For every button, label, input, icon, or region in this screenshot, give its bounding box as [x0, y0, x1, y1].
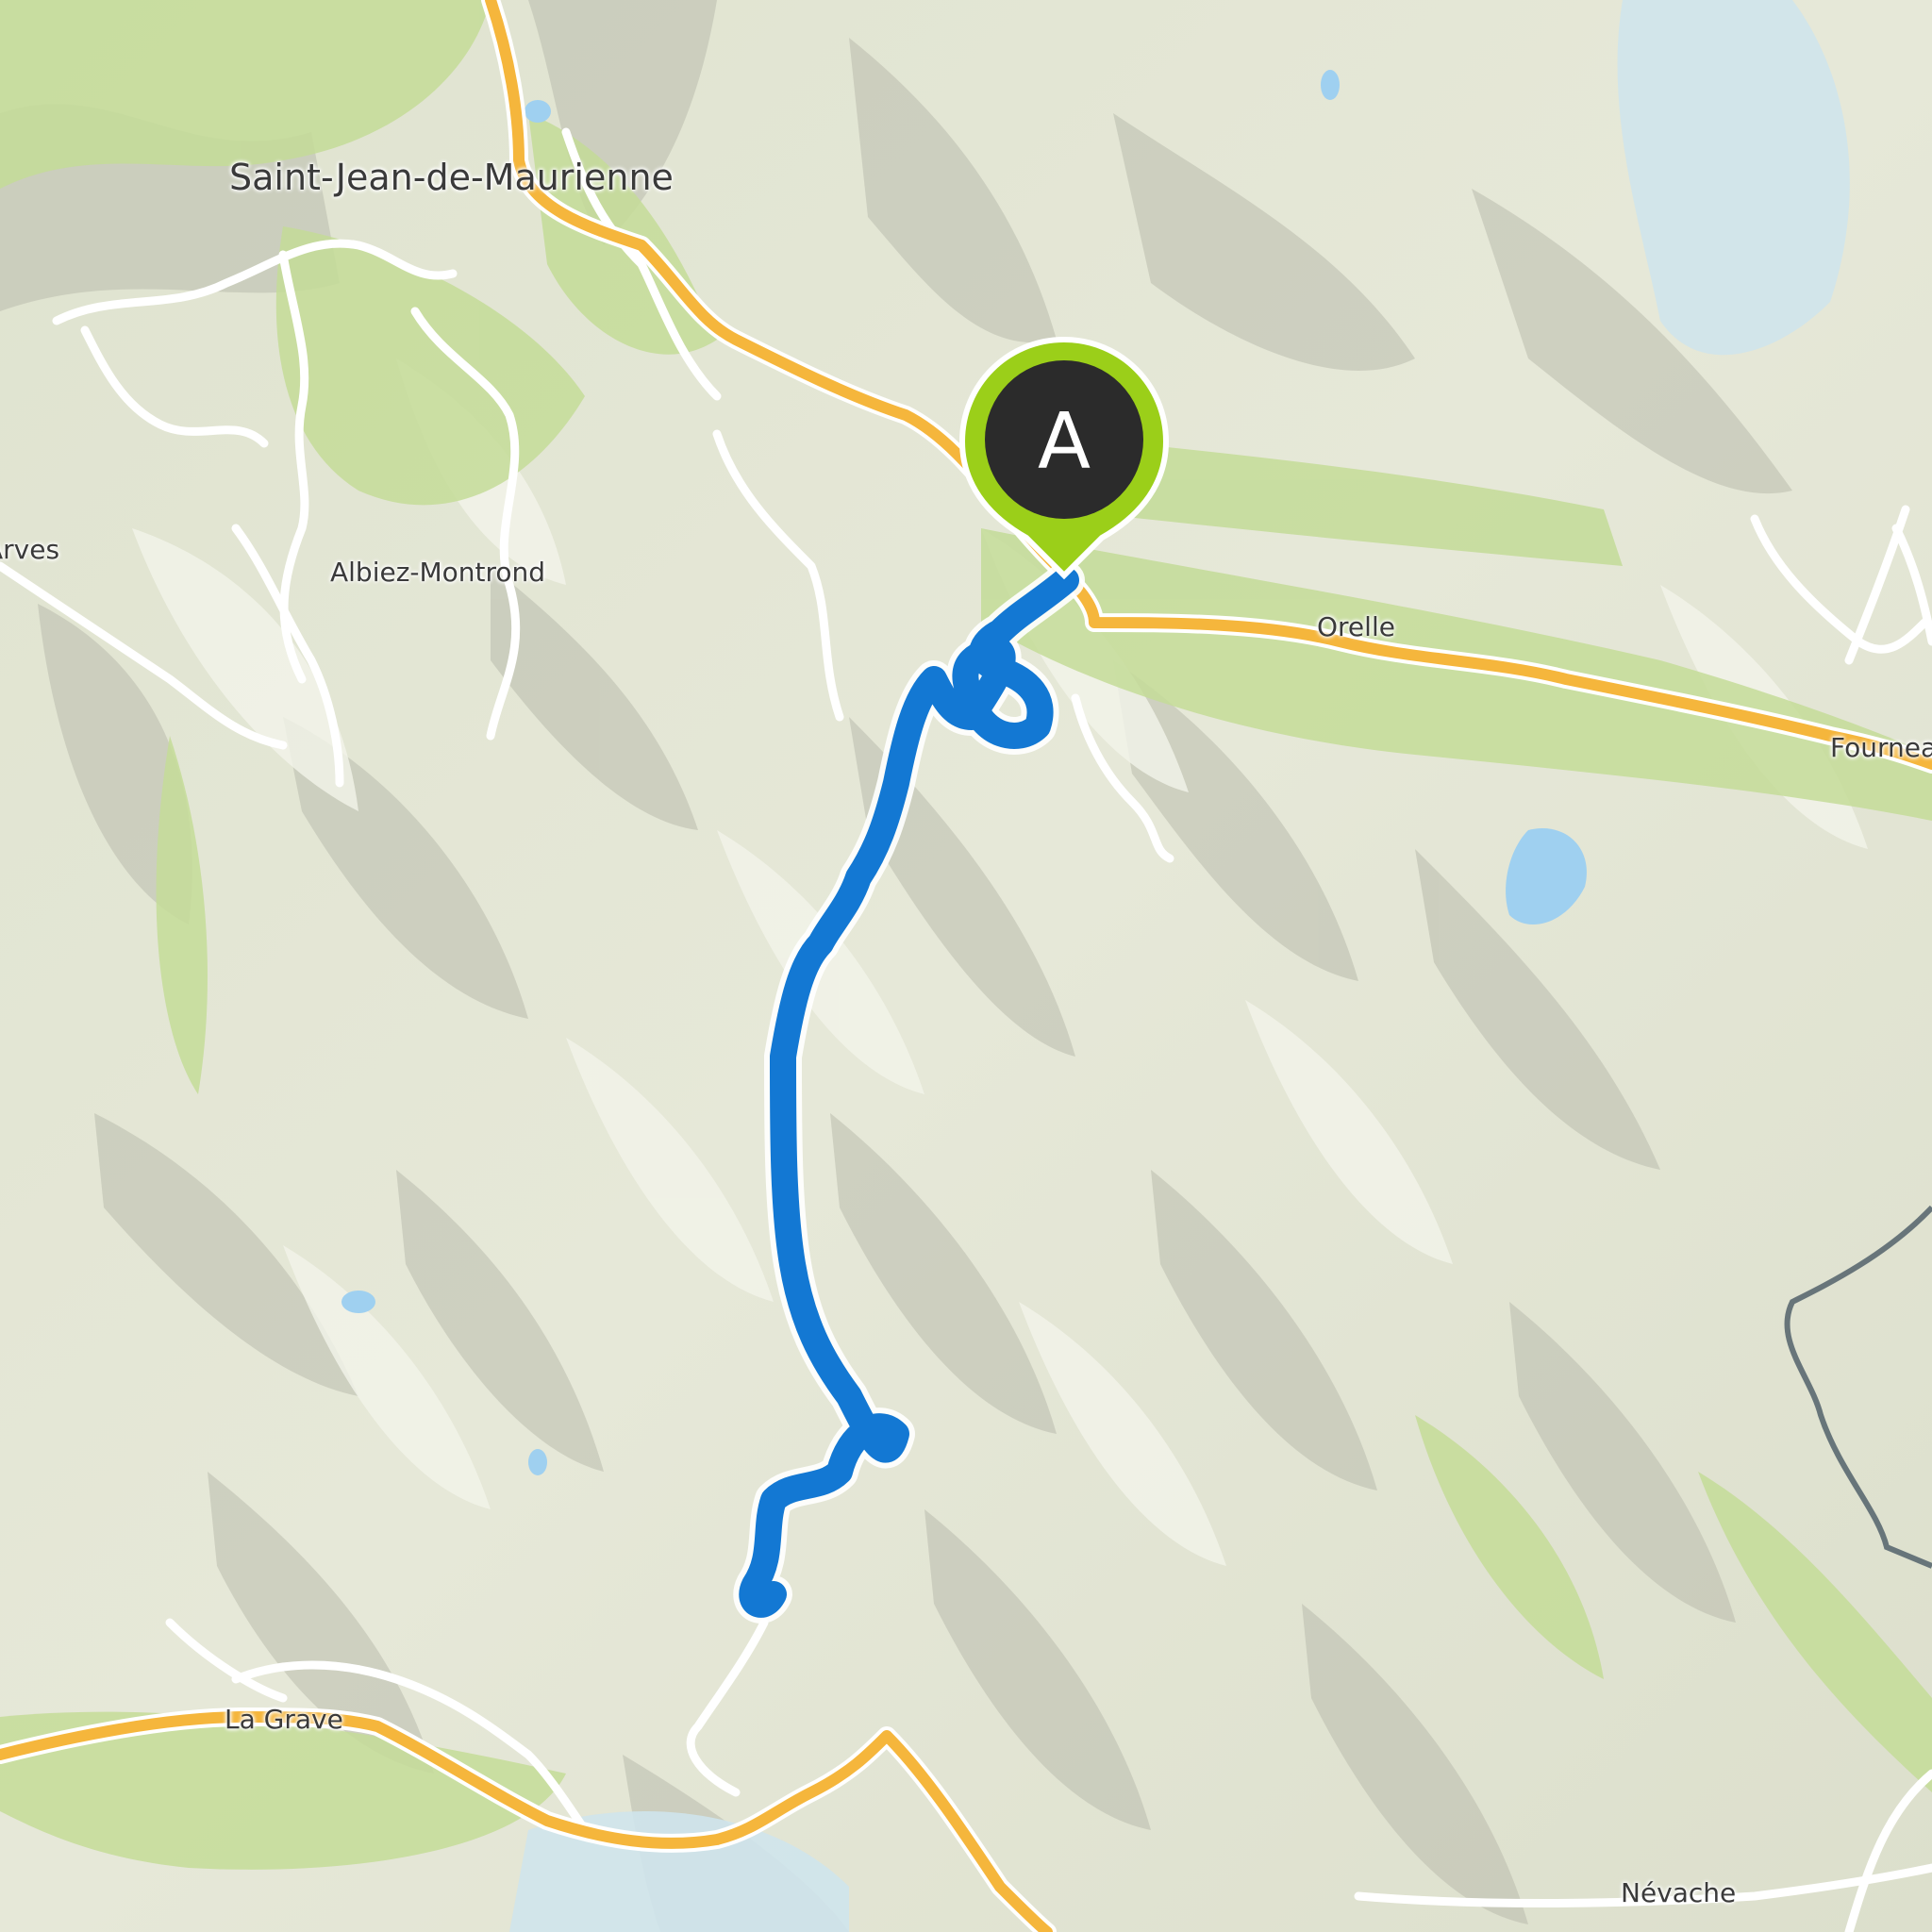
place-label-la-grave: La Grave — [225, 1704, 343, 1735]
place-label-orelle: Orelle — [1317, 611, 1395, 642]
place-label-arves: Arves — [0, 534, 60, 565]
map-terrain: A — [0, 0, 1932, 1932]
place-label-albiez: Albiez-Montrond — [330, 557, 546, 588]
map-canvas[interactable]: A Saint-Jean-de-Maurienne Albiez-Montron… — [0, 0, 1932, 1932]
place-label-nevache: Névache — [1621, 1877, 1737, 1908]
place-label-fourneaux: Fourneaux — [1830, 732, 1932, 763]
marker-label: A — [1038, 397, 1091, 487]
place-label-saint-jean: Saint-Jean-de-Maurienne — [229, 157, 674, 198]
